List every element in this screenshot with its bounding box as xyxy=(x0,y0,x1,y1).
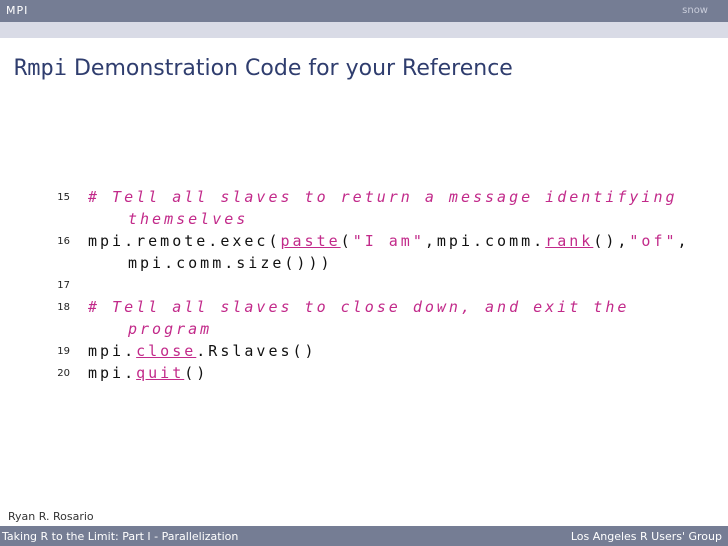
section-right: snow xyxy=(682,5,708,16)
line-number: 20 xyxy=(57,368,70,379)
group-name: Los Angeles R Users' Group xyxy=(570,530,722,543)
line-number: 18 xyxy=(57,302,70,313)
header-band xyxy=(0,22,728,38)
code-token: (), xyxy=(593,232,630,250)
code-text: mpi.comm.size())) xyxy=(128,254,333,272)
code-line: 19 mpi.close.Rslaves() xyxy=(0,340,728,362)
author-name: Ryan R. Rosario xyxy=(8,510,94,523)
string-literal: "I am" xyxy=(352,232,425,250)
presentation-title: Taking R to the Limit: Part I - Parallel… xyxy=(2,530,239,543)
code-line-continuation: program xyxy=(0,318,728,340)
function-paste: paste xyxy=(280,232,341,250)
line-number: 19 xyxy=(57,346,70,357)
code-text: mpi.quit() xyxy=(88,364,208,382)
code-token: mpi. xyxy=(88,364,137,382)
slide-title-mono: Rmpi xyxy=(14,56,67,81)
function-close: close xyxy=(136,342,197,360)
code-line-continuation: themselves xyxy=(0,208,728,230)
code-token: , xyxy=(677,232,690,250)
author-bar: Ryan R. Rosario xyxy=(0,506,728,526)
header-bar: MPI snow xyxy=(0,0,728,22)
line-number: 16 xyxy=(57,236,70,247)
code-token: mpi.remote.exec( xyxy=(88,232,281,250)
function-quit: quit xyxy=(136,364,185,382)
line-number: 17 xyxy=(57,280,70,291)
code-token: mpi. xyxy=(88,342,137,360)
code-line: 20 mpi.quit() xyxy=(0,362,728,384)
code-comment: # Tell all slaves to close down, and exi… xyxy=(88,298,630,316)
code-line: 16 mpi.remote.exec(paste("I am",mpi.comm… xyxy=(0,230,728,252)
slide-title: Rmpi Demonstration Code for your Referen… xyxy=(14,56,513,81)
code-token: ,mpi.comm. xyxy=(424,232,546,250)
code-text: mpi.close.Rslaves() xyxy=(88,342,317,360)
code-text: mpi.remote.exec(paste("I am",mpi.comm.ra… xyxy=(88,232,690,250)
code-listing: 15 # Tell all slaves to return a message… xyxy=(0,186,728,384)
code-line: 18 # Tell all slaves to close down, and … xyxy=(0,296,728,318)
code-line: 15 # Tell all slaves to return a message… xyxy=(0,186,728,208)
footer-bar: Taking R to the Limit: Part I - Parallel… xyxy=(0,526,728,546)
function-rank: rank xyxy=(545,232,594,250)
code-comment: # Tell all slaves to return a message id… xyxy=(88,188,678,206)
string-literal: "of" xyxy=(629,232,678,250)
code-line-continuation: mpi.comm.size())) xyxy=(0,252,728,274)
line-number: 15 xyxy=(57,192,70,203)
code-line: 17 xyxy=(0,274,728,296)
code-comment: program xyxy=(128,320,213,338)
code-token: .Rslaves() xyxy=(196,342,317,360)
code-comment: themselves xyxy=(128,210,249,228)
code-token: () xyxy=(184,364,209,382)
code-token: ( xyxy=(340,232,353,250)
section-left: MPI xyxy=(6,4,29,17)
slide-title-rest: Demonstration Code for your Reference xyxy=(66,56,513,81)
